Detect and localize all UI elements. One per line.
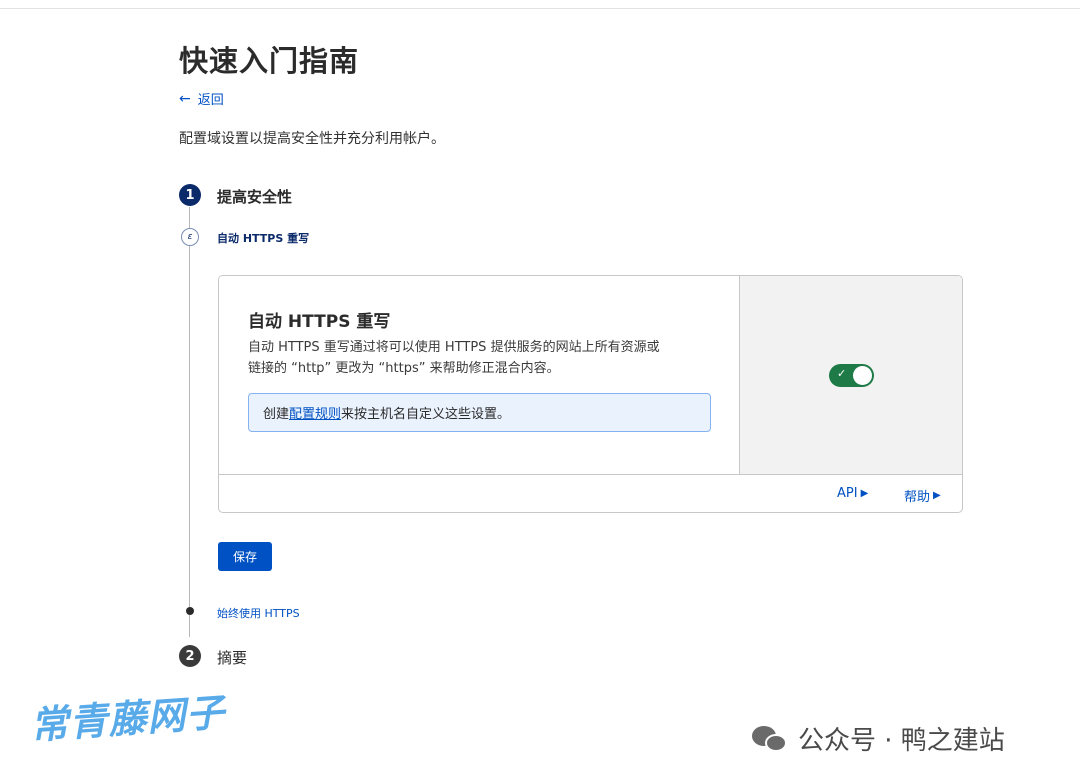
step-1-title: 提高安全性 — [217, 188, 293, 206]
step-2-title: 摘要 — [217, 649, 248, 667]
check-icon: ✓ — [837, 367, 847, 380]
setting-card-body: 自动 HTTPS 重写 自动 HTTPS 重写通过将可以使用 HTTPS 提供服… — [219, 276, 740, 475]
substep-current-label: 自动 HTTPS 重写 — [217, 232, 310, 245]
watermark-left: 常青藤网子 — [28, 690, 227, 748]
arrow-left-icon: ← — [179, 90, 191, 107]
info-box: 创建 配置规则 来按主机名自定义这些设置。 — [248, 393, 711, 432]
setting-card-footer: API ▶ 帮助 ▶ — [219, 475, 962, 512]
watermark-right: 公众号 · 鸭之建站 — [752, 720, 1005, 757]
back-link[interactable]: ← 返回 — [179, 89, 224, 109]
setting-card-title: 自动 HTTPS 重写 — [248, 312, 391, 332]
substep-next-dot — [186, 607, 194, 615]
substep-next-label[interactable]: 始终使用 HTTPS — [217, 605, 300, 621]
description-line-2: 链接的 “http” 更改为 “https” 来帮助修正混合内容。 — [248, 361, 560, 376]
intro-text: 配置域设置以提高安全性并充分利用帐户。 — [179, 131, 445, 147]
setting-card-control: ✓ — [740, 276, 962, 475]
info-suffix: 来按主机名自定义这些设置。 — [341, 407, 511, 422]
https-rewrite-toggle[interactable]: ✓ — [829, 364, 874, 387]
save-button[interactable]: 保存 — [218, 542, 272, 571]
timeline-line — [189, 207, 190, 637]
wechat-icon — [752, 724, 788, 754]
step-1-number: 1 — [179, 184, 201, 206]
configuration-rules-link[interactable]: 配置规则 — [289, 403, 341, 422]
help-link[interactable]: 帮助 ▶ — [904, 486, 941, 505]
setting-card-description: 自动 HTTPS 重写通过将可以使用 HTTPS 提供服务的网站上所有资源或 链… — [248, 337, 718, 379]
api-link-label: API — [837, 486, 858, 501]
toggle-knob — [853, 366, 872, 385]
step-2-number: 2 — [179, 645, 201, 667]
triangle-right-icon: ▶ — [933, 490, 941, 501]
back-link-label: 返回 — [197, 93, 224, 108]
info-prefix: 创建 — [263, 407, 290, 422]
substep-current-icon: ε — [181, 228, 199, 246]
help-link-label: 帮助 — [904, 490, 931, 505]
page-title: 快速入门指南 — [179, 44, 360, 78]
triangle-right-icon: ▶ — [860, 488, 869, 499]
setting-card: 自动 HTTPS 重写 自动 HTTPS 重写通过将可以使用 HTTPS 提供服… — [218, 275, 963, 513]
top-border — [0, 8, 1080, 9]
watermark-right-text: 公众号 · 鸭之建站 — [798, 726, 1005, 756]
api-link[interactable]: API ▶ — [837, 486, 868, 501]
description-line-1: 自动 HTTPS 重写通过将可以使用 HTTPS 提供服务的网站上所有资源或 — [248, 340, 660, 355]
